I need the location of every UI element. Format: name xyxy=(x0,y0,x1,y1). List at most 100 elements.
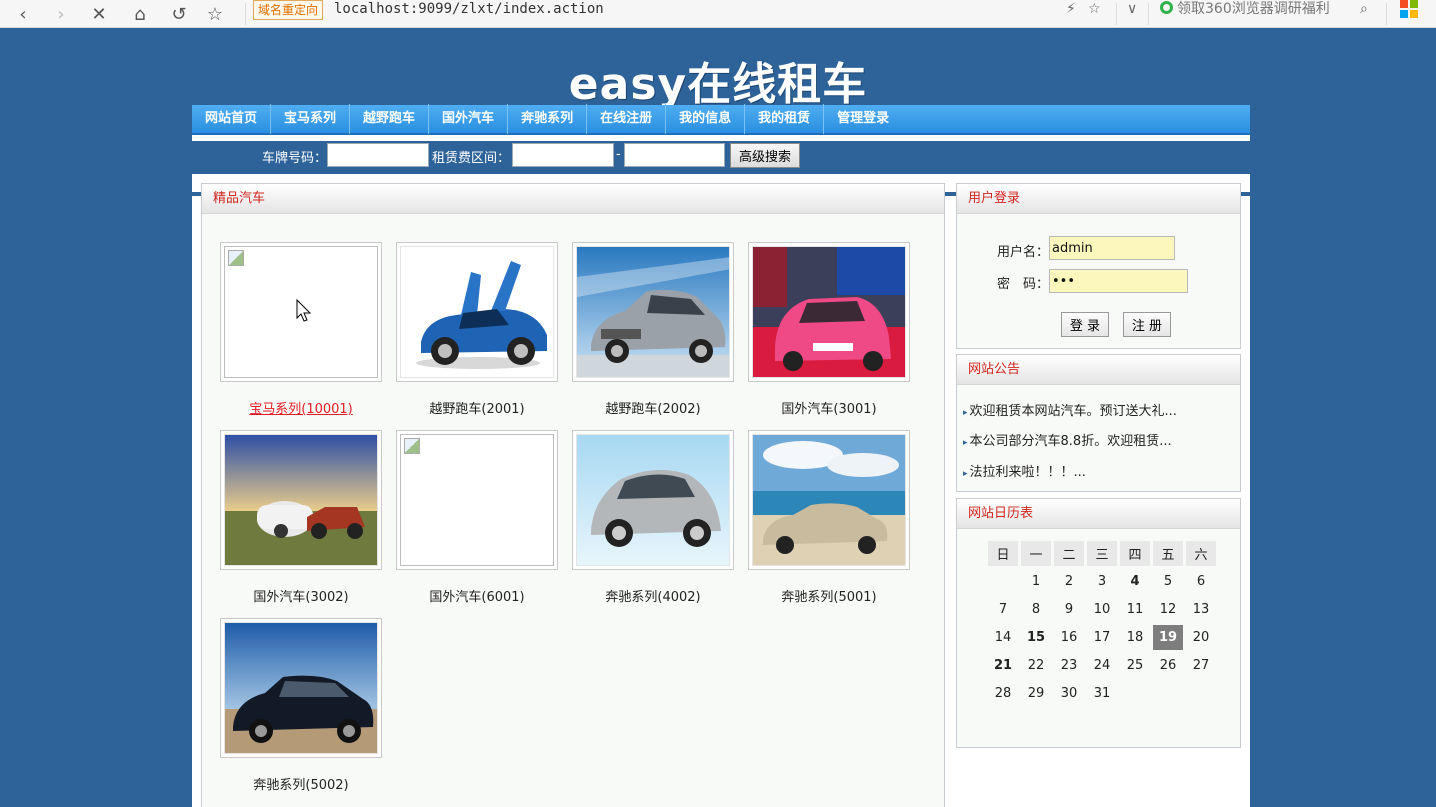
calendar-day[interactable]: 24 xyxy=(1087,653,1117,678)
close-icon[interactable]: ✕ xyxy=(84,0,114,28)
car-card[interactable]: 奔驰系列(5002) xyxy=(220,618,382,793)
car-image[interactable] xyxy=(224,622,378,754)
calendar-day[interactable]: 4 xyxy=(1120,569,1150,594)
nav-item-benz[interactable]: 奔驰系列 xyxy=(508,104,588,134)
redirect-tag[interactable]: 域名重定向 xyxy=(253,0,324,20)
silver-fiat-image xyxy=(577,435,729,565)
calendar-day[interactable]: 3 xyxy=(1087,569,1117,594)
car-card[interactable]: 国外汽车(3001) xyxy=(748,242,910,417)
calendar-day[interactable]: 18 xyxy=(1120,625,1150,650)
car-image[interactable] xyxy=(752,434,906,566)
search-bar: 车牌号码： 租赁费区间： - 高级搜索 xyxy=(192,141,1250,169)
notice-item[interactable]: ▸ 法拉利来啦！！！... xyxy=(963,461,1086,480)
car-card[interactable]: 越野跑车(2002) xyxy=(572,242,734,417)
nav-item-foreign[interactable]: 国外汽车 xyxy=(429,104,509,134)
car-caption[interactable]: 国外汽车(3001) xyxy=(748,398,910,417)
promo-link[interactable]: 领取360浏览器调研福利 xyxy=(1160,0,1330,20)
car-card[interactable]: 越野跑车(2001) xyxy=(396,242,558,417)
toolbar-divider xyxy=(1386,3,1387,25)
calendar-day[interactable]: 29 xyxy=(1021,681,1051,706)
calendar-day[interactable]: 7 xyxy=(988,597,1018,622)
calendar-day[interactable]: 27 xyxy=(1186,653,1216,678)
nav-item-home[interactable]: 网站首页 xyxy=(192,104,272,134)
calendar-day[interactable]: 16 xyxy=(1054,625,1084,650)
calendar-day[interactable]: 30 xyxy=(1054,681,1084,706)
forward-icon[interactable]: › xyxy=(46,0,76,28)
calendar-day[interactable]: 10 xyxy=(1087,597,1117,622)
car-caption[interactable]: 越野跑车(2002) xyxy=(572,398,734,417)
calendar-day[interactable]: 15 xyxy=(1021,625,1051,650)
nav-item-my-info[interactable]: 我的信息 xyxy=(666,104,746,134)
calendar-day[interactable]: 13 xyxy=(1186,597,1216,622)
calendar-day[interactable]: 14 xyxy=(988,625,1018,650)
calendar-day[interactable]: 25 xyxy=(1120,653,1150,678)
calendar-day[interactable]: 9 xyxy=(1054,597,1084,622)
car-caption[interactable]: 奔驰系列(4002) xyxy=(572,586,734,605)
price-max-input[interactable] xyxy=(624,143,725,167)
calendar-day[interactable]: 12 xyxy=(1153,597,1183,622)
nav-item-my-rentals[interactable]: 我的租赁 xyxy=(745,104,825,134)
car-image[interactable] xyxy=(752,246,906,378)
caravan-field-image xyxy=(225,435,377,565)
calendar-day[interactable]: 1 xyxy=(1021,569,1051,594)
home-icon[interactable]: ⌂ xyxy=(125,0,155,28)
car-image[interactable] xyxy=(576,434,730,566)
lightning-icon[interactable]: ⚡ xyxy=(1066,0,1076,20)
calendar-day[interactable]: 28 xyxy=(988,681,1018,706)
username-input[interactable] xyxy=(1049,236,1175,260)
car-card[interactable]: 国外汽车(6001) xyxy=(396,430,558,605)
car-image[interactable] xyxy=(224,434,378,566)
price-min-input[interactable] xyxy=(512,143,614,167)
calendar-day[interactable]: 5 xyxy=(1153,569,1183,594)
calendar-day[interactable]: 11 xyxy=(1120,597,1150,622)
chevron-down-icon[interactable]: ∨ xyxy=(1127,0,1137,20)
address-bar[interactable]: localhost:9099/zlxt/index.action xyxy=(334,0,604,20)
calendar-day[interactable]: 22 xyxy=(1021,653,1051,678)
car-card[interactable]: 宝马系列(10001) xyxy=(220,242,382,417)
calendar-day[interactable]: 31 xyxy=(1087,681,1117,706)
car-caption[interactable]: 越野跑车(2001) xyxy=(396,398,558,417)
notice-item[interactable]: ▸ 本公司部分汽车8.8折。欢迎租赁... xyxy=(963,430,1172,449)
car-card[interactable]: 国外汽车(3002) xyxy=(220,430,382,605)
calendar-day[interactable]: 2 xyxy=(1054,569,1084,594)
calendar-day[interactable]: 20 xyxy=(1186,625,1216,650)
apps-grid-icon[interactable] xyxy=(1400,0,1418,18)
advanced-search-button[interactable]: 高级搜索 xyxy=(730,143,801,168)
panel-title: 网站公告 xyxy=(957,355,1240,385)
car-caption[interactable]: 宝马系列(10001) xyxy=(220,398,382,417)
car-card[interactable]: 奔驰系列(5001) xyxy=(748,430,910,605)
calendar-day[interactable]: 26 xyxy=(1153,653,1183,678)
calendar-day[interactable]: 6 xyxy=(1186,569,1216,594)
calendar-weekday: 二 xyxy=(1054,541,1084,566)
nav-item-offroad[interactable]: 越野跑车 xyxy=(350,104,430,134)
login-button[interactable]: 登 录 xyxy=(1061,312,1109,337)
car-caption[interactable]: 奔驰系列(5001) xyxy=(748,586,910,605)
calendar-weekday: 六 xyxy=(1186,541,1216,566)
nav-item-admin-login[interactable]: 管理登录 xyxy=(824,104,902,134)
car-caption[interactable]: 国外汽车(3002) xyxy=(220,586,382,605)
search-icon[interactable]: ⌕ xyxy=(1360,0,1368,20)
toolbar-divider xyxy=(1148,3,1149,25)
calendar-day[interactable]: 19 xyxy=(1153,625,1183,650)
bookmark-star-icon[interactable]: ☆ xyxy=(1088,0,1101,20)
browser-toolbar: ‹ › ✕ ⌂ ↺ ☆ 域名重定向 localhost:9099/zlxt/in… xyxy=(0,0,1436,28)
plate-number-input[interactable] xyxy=(327,143,429,167)
notice-item[interactable]: ▸ 欢迎租赁本网站汽车。预订送大礼... xyxy=(963,400,1177,419)
undo-icon[interactable]: ↺ xyxy=(164,0,194,28)
calendar-day[interactable]: 21 xyxy=(988,653,1018,678)
register-button[interactable]: 注 册 xyxy=(1123,312,1171,337)
car-caption[interactable]: 国外汽车(6001) xyxy=(396,586,558,605)
car-card[interactable]: 奔驰系列(4002) xyxy=(572,430,734,605)
car-image[interactable] xyxy=(400,246,554,378)
car-image-broken[interactable] xyxy=(400,434,554,566)
nav-item-bmw[interactable]: 宝马系列 xyxy=(271,104,351,134)
star-icon[interactable]: ☆ xyxy=(200,0,230,28)
password-input[interactable] xyxy=(1049,269,1188,293)
calendar-day[interactable]: 8 xyxy=(1021,597,1051,622)
nav-item-register[interactable]: 在线注册 xyxy=(587,104,667,134)
car-caption[interactable]: 奔驰系列(5002) xyxy=(220,774,382,793)
back-icon[interactable]: ‹ xyxy=(8,0,38,28)
car-image[interactable] xyxy=(576,246,730,378)
calendar-day[interactable]: 17 xyxy=(1087,625,1117,650)
calendar-day[interactable]: 23 xyxy=(1054,653,1084,678)
